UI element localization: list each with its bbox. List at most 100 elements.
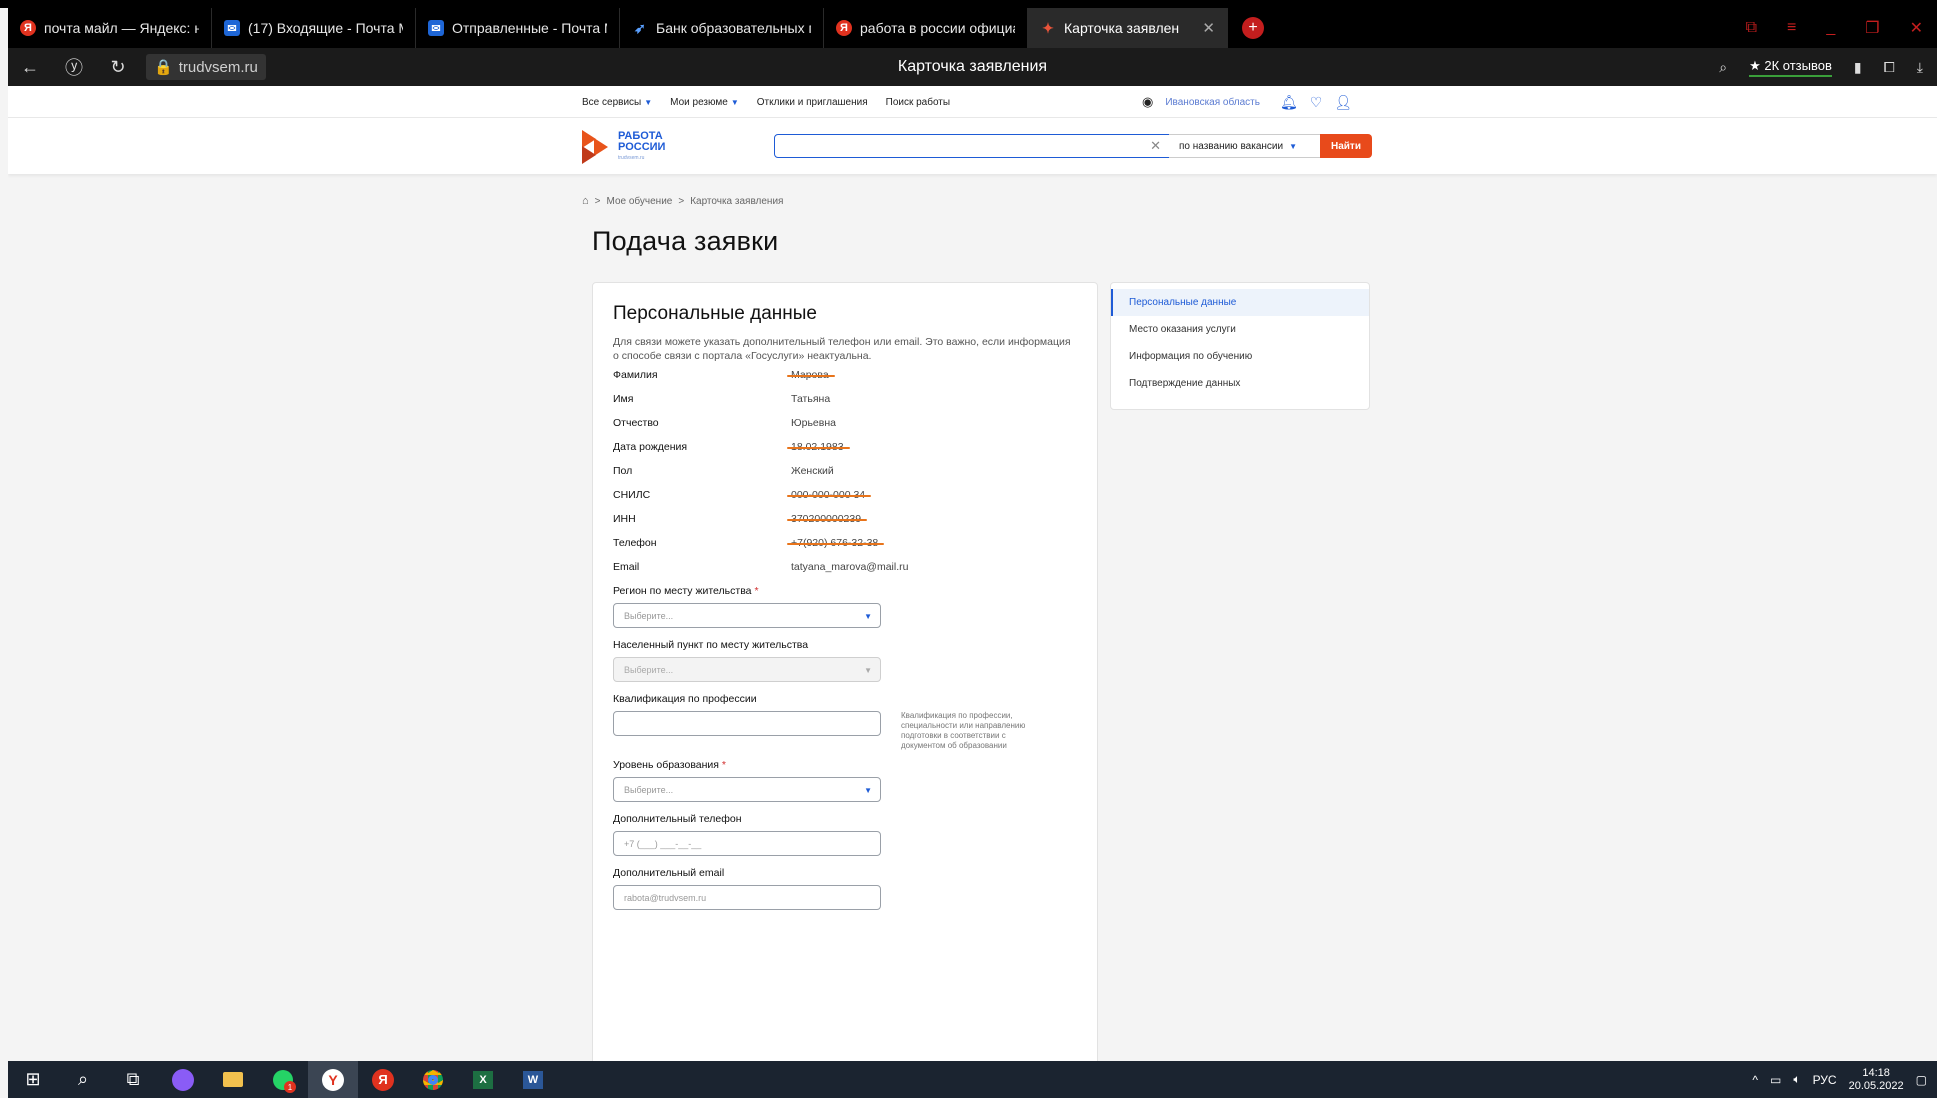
nav-all-services[interactable]: Все сервисы ▼ bbox=[582, 97, 652, 108]
extra-email-input[interactable]: rabota@trudvsem.ru bbox=[613, 885, 881, 910]
trudvsem-icon: ✦ bbox=[1042, 19, 1054, 36]
tab-5[interactable]: Я работа в россии официал bbox=[824, 8, 1028, 48]
language-indicator[interactable]: РУС bbox=[1813, 1073, 1837, 1087]
nav-label: Мои резюме bbox=[670, 96, 728, 108]
nav-job-search[interactable]: Поиск работы bbox=[886, 97, 950, 108]
yandex-icon: Я bbox=[20, 20, 36, 36]
data-row-snils: СНИЛС 000-000-000 34 bbox=[613, 489, 1073, 505]
section-link-personal[interactable]: Персональные данные bbox=[1111, 289, 1369, 316]
home-icon[interactable]: ⌂ bbox=[582, 195, 589, 207]
chevron-down-icon: ▼ bbox=[864, 786, 872, 795]
breadcrumb-item: Карточка заявления bbox=[690, 195, 784, 207]
bookmark-icon[interactable]: ▮ bbox=[1854, 59, 1862, 76]
row-label: СНИЛС bbox=[613, 489, 651, 501]
yandex-icon[interactable]: Я bbox=[358, 1061, 408, 1098]
label-text: Уровень образования bbox=[613, 759, 719, 771]
breadcrumb-separator: > bbox=[594, 195, 601, 207]
tab-active[interactable]: ✦ Карточка заявления ✕ bbox=[1028, 8, 1228, 48]
breadcrumb-item[interactable]: Мое обучение bbox=[607, 196, 673, 207]
extra-phone-input[interactable]: +7 (___) ___-__-__ bbox=[613, 831, 881, 856]
task-view-icon[interactable]: ⧉ bbox=[108, 1061, 158, 1098]
tab-4[interactable]: ➶ Банк образовательных пр bbox=[620, 8, 824, 48]
alice-icon[interactable] bbox=[158, 1061, 208, 1098]
restore-icon[interactable]: ❐ bbox=[1865, 18, 1879, 38]
search-input[interactable]: ✕ bbox=[774, 134, 1170, 158]
user-icon[interactable]: 👤︎ bbox=[1334, 94, 1352, 111]
logo-line2: РОССИИ bbox=[618, 140, 666, 153]
row-value: tatyana_marova@mail.ru bbox=[791, 561, 909, 573]
logo[interactable]: РАБОТА РОССИИ trudvsem.ru bbox=[582, 130, 665, 164]
region-select[interactable]: Выберите... ▼ bbox=[613, 603, 881, 628]
site-header: РАБОТА РОССИИ trudvsem.ru ✕ по названию … bbox=[8, 118, 1937, 174]
network-icon[interactable]: ▭ bbox=[1770, 1073, 1781, 1087]
row-label: Email bbox=[613, 561, 640, 573]
chrome-icon[interactable] bbox=[408, 1061, 458, 1098]
tabs-menu-icon[interactable]: ⧉ bbox=[1746, 19, 1757, 37]
nav-responses[interactable]: Отклики и приглашения bbox=[757, 97, 868, 108]
yandex-home-icon[interactable]: ⓨ bbox=[52, 54, 96, 80]
tab-2[interactable]: ✉ (17) Входящие - Почта Ма bbox=[212, 8, 416, 48]
window-controls: ⧉ ≡ _ ❐ ✕ bbox=[1746, 8, 1937, 48]
minimize-icon[interactable]: _ bbox=[1826, 19, 1835, 37]
tab-1[interactable]: Я почта майл — Яндекс: на bbox=[8, 8, 212, 48]
eye-icon[interactable]: ◉ bbox=[1142, 94, 1153, 110]
breadcrumb-separator: > bbox=[678, 195, 685, 207]
back-icon[interactable]: ← bbox=[8, 57, 52, 78]
notification-badge: 1 bbox=[284, 1081, 296, 1093]
search-button[interactable]: Найти bbox=[1320, 134, 1372, 158]
download-icon[interactable]: ⤓ bbox=[1917, 59, 1923, 76]
row-value: Юрьевна bbox=[791, 417, 836, 429]
tab-3[interactable]: ✉ Отправленные - Почта М. bbox=[416, 8, 620, 48]
reviews-button[interactable]: ★ 2К отзывов bbox=[1749, 58, 1832, 77]
menu-icon[interactable]: ≡ bbox=[1787, 19, 1796, 37]
row-value-redacted: 18.02.1983 bbox=[787, 441, 850, 453]
word-icon[interactable]: W bbox=[508, 1061, 558, 1098]
file-explorer-icon[interactable] bbox=[208, 1061, 258, 1098]
locality-select[interactable]: Выберите... ▼ bbox=[613, 657, 881, 682]
region-selector[interactable]: Ивановская область bbox=[1165, 97, 1260, 108]
row-label: Фамилия bbox=[613, 369, 658, 381]
qualification-input[interactable] bbox=[613, 711, 881, 736]
personal-data-card: Персональные данные Для связи можете ука… bbox=[592, 282, 1098, 1061]
lock-icon: 🔒 bbox=[154, 59, 173, 76]
section-link-location[interactable]: Место оказания услуги bbox=[1111, 316, 1369, 343]
yandex-browser-icon[interactable]: Y bbox=[308, 1061, 358, 1098]
data-row-birthdate: Дата рождения 18.02.1983 bbox=[613, 441, 1073, 457]
row-label: Пол bbox=[613, 465, 633, 477]
search-icon[interactable]: ⌕ bbox=[58, 1061, 108, 1098]
logo-line1: РАБОТА bbox=[618, 129, 663, 142]
select-placeholder: Выберите... bbox=[624, 784, 674, 795]
whatsapp-icon[interactable]: 1 bbox=[258, 1061, 308, 1098]
clock-date: 20.05.2022 bbox=[1848, 1079, 1904, 1092]
clear-icon[interactable]: ✕ bbox=[1150, 138, 1161, 154]
browser-tab-strip: Я почта майл — Яндекс: на ✉ (17) Входящи… bbox=[8, 8, 1937, 48]
reload-icon[interactable]: ↻ bbox=[96, 57, 140, 78]
section-link-confirmation[interactable]: Подтверждение данных bbox=[1111, 370, 1369, 397]
logo-mark-icon bbox=[582, 130, 612, 164]
windows-start-icon[interactable]: ⊞ bbox=[8, 1061, 58, 1098]
chevron-down-icon: ▼ bbox=[1289, 141, 1297, 151]
data-row-email: Email tatyana_marova@mail.ru bbox=[613, 561, 1073, 577]
section-link-education[interactable]: Информация по обучению bbox=[1111, 343, 1369, 370]
new-tab-button[interactable]: + bbox=[1242, 17, 1264, 39]
window-top-strip bbox=[0, 0, 1937, 8]
nav-my-resumes[interactable]: Мои резюме ▼ bbox=[670, 97, 739, 108]
input-placeholder: +7 (___) ___-__-__ bbox=[624, 838, 702, 849]
extensions-icon[interactable]: ⧠ bbox=[1884, 59, 1895, 76]
search-mode-select[interactable]: по названию вакансии ▼ bbox=[1169, 134, 1321, 158]
excel-icon[interactable]: X bbox=[458, 1061, 508, 1098]
search-icon[interactable]: ⌕ bbox=[1719, 59, 1727, 76]
logo-line3: trudvsem.ru bbox=[618, 154, 645, 161]
notifications-icon[interactable]: ▢ bbox=[1916, 1073, 1927, 1087]
bell-icon[interactable]: 🔔︎ bbox=[1280, 94, 1298, 111]
heart-icon[interactable]: ♡ bbox=[1310, 94, 1323, 111]
close-window-icon[interactable]: ✕ bbox=[1910, 18, 1923, 38]
close-tab-icon[interactable]: ✕ bbox=[1202, 19, 1215, 37]
volume-icon[interactable]: 🔈︎ bbox=[1793, 1072, 1800, 1087]
clock[interactable]: 14:18 20.05.2022 bbox=[1849, 1067, 1904, 1093]
address-bar: ← ⓨ ↻ 🔒 trudvsem.ru Карточка заявления ⌕… bbox=[8, 48, 1937, 86]
chevron-up-icon[interactable]: ^ bbox=[1752, 1073, 1758, 1087]
education-select[interactable]: Выберите... ▼ bbox=[613, 777, 881, 802]
url-field[interactable]: 🔒 trudvsem.ru bbox=[146, 54, 266, 80]
row-value-redacted: Марова bbox=[787, 369, 835, 381]
